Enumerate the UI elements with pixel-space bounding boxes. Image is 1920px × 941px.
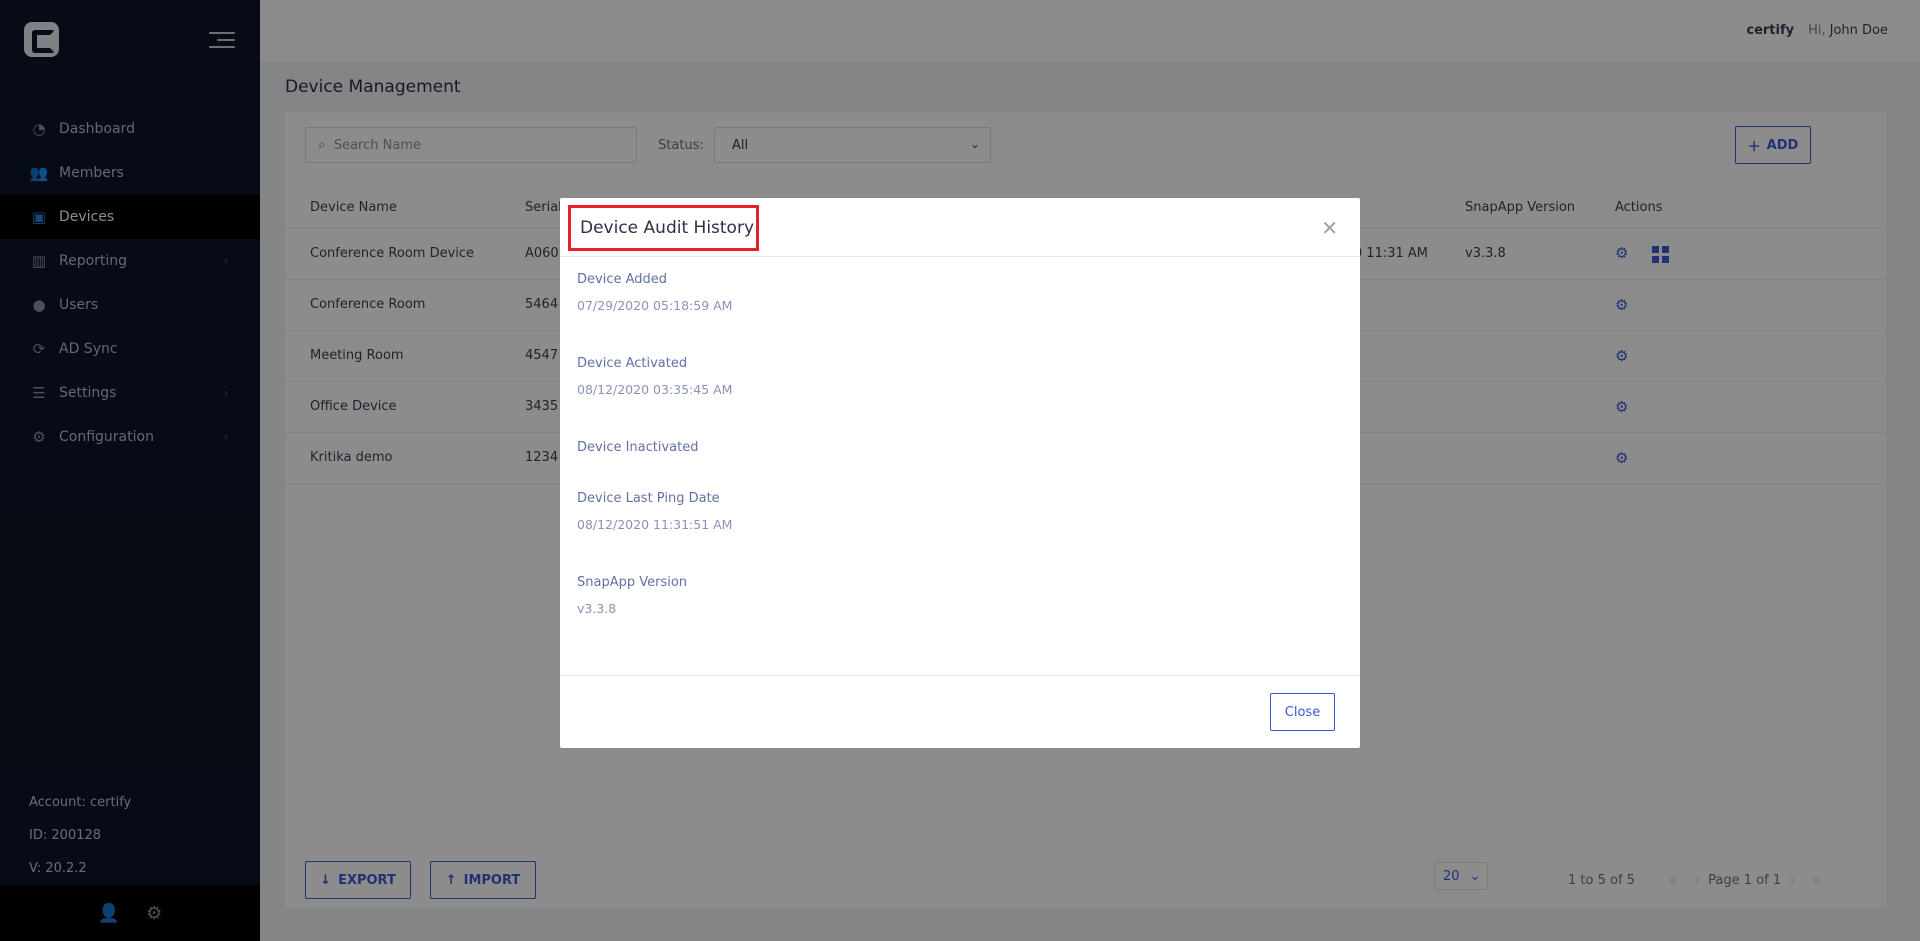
- field-label: SnapApp Version: [577, 575, 688, 590]
- close-button[interactable]: Close: [1270, 693, 1335, 731]
- modal-title: Device Audit History: [568, 205, 759, 251]
- modal-body: Device Added 07/29/2020 05:18:59 AM Devi…: [577, 257, 1343, 673]
- field-label: Device Activated: [577, 356, 688, 371]
- modal-footer: Close: [560, 675, 1360, 748]
- audit-field-device-added: Device Added 07/29/2020 05:18:59 AM: [577, 272, 732, 313]
- field-value: 08/12/2020 11:31:51 AM: [577, 517, 733, 532]
- field-value: 07/29/2020 05:18:59 AM: [577, 298, 733, 313]
- modal-title-text: Device Audit History: [580, 218, 755, 238]
- field-label: Device Added: [577, 272, 668, 287]
- field-label: Device Inactivated: [577, 440, 699, 455]
- field-label: Device Last Ping Date: [577, 491, 720, 506]
- audit-field-device-activated: Device Activated 08/12/2020 03:35:45 AM: [577, 356, 732, 397]
- device-audit-history-modal: Device Audit History ✕ Device Added 07/2…: [560, 198, 1360, 748]
- modal-header: Device Audit History ✕: [560, 198, 1360, 257]
- field-value: 08/12/2020 03:35:45 AM: [577, 382, 733, 397]
- audit-field-snapapp-version: SnapApp Version v3.3.8: [577, 575, 687, 616]
- audit-field-last-ping-date: Device Last Ping Date 08/12/2020 11:31:5…: [577, 491, 732, 532]
- close-icon[interactable]: ✕: [1321, 216, 1338, 240]
- field-value: v3.3.8: [577, 601, 617, 616]
- audit-field-device-inactivated: Device Inactivated: [577, 440, 699, 466]
